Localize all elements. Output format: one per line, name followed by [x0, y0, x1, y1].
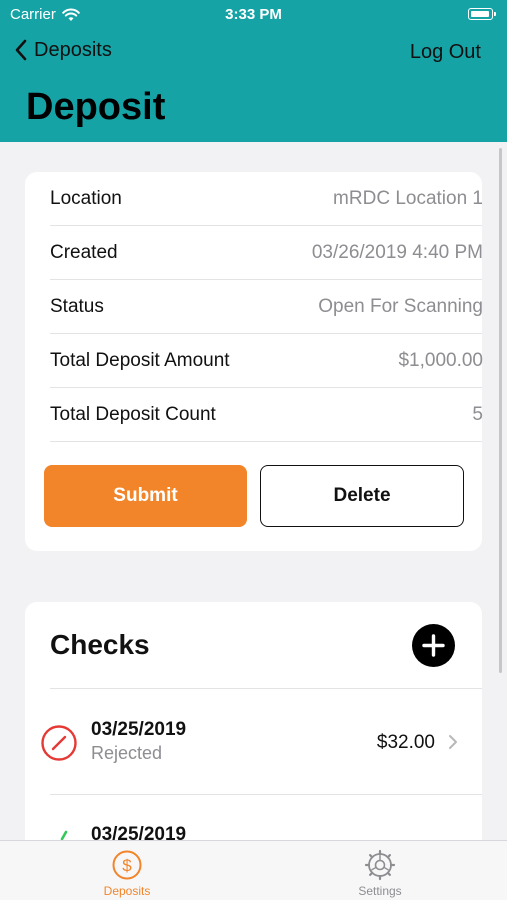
delete-button[interactable]: Delete — [260, 465, 464, 527]
check-date: 03/25/2019 — [91, 719, 187, 740]
check-list-item[interactable]: 03/25/2019 Rejected $32.00 — [25, 689, 482, 795]
info-label: Total Deposit Amount — [50, 349, 230, 371]
page-title: Deposit — [26, 86, 166, 128]
status-bar: Carrier 3:33 PM — [0, 0, 507, 28]
chevron-left-icon — [15, 39, 27, 61]
info-value: $1,000.00 — [398, 349, 483, 371]
nav-header: Carrier 3:33 PM Deposits Log Out Deposit — [0, 0, 507, 142]
rejected-icon — [41, 725, 77, 761]
dollar-circle-icon: $ — [112, 850, 142, 880]
check-status: Rejected — [91, 743, 163, 763]
info-label: Total Deposit Count — [50, 403, 216, 425]
chevron-right-icon — [449, 735, 457, 749]
gear-icon — [364, 849, 396, 881]
submit-button[interactable]: Submit — [44, 465, 247, 527]
info-value: Open For Scanning — [318, 295, 483, 317]
tab-label: Deposits — [103, 884, 151, 898]
info-label: Location — [50, 187, 122, 209]
checks-title: Checks — [50, 629, 150, 660]
info-row-total-amount: Total Deposit Amount $1,000.00 — [50, 334, 483, 388]
deposit-info-card: Location mRDC Location 1 Created 03/26/2… — [25, 172, 483, 551]
info-value: mRDC Location 1 — [333, 187, 483, 209]
tab-bar: $ Deposits Settings — [0, 840, 507, 900]
info-row-created: Created 03/26/2019 4:40 PM — [50, 226, 483, 280]
info-row-total-count: Total Deposit Count 5 — [50, 388, 483, 442]
info-label: Created — [50, 241, 118, 263]
clock: 3:33 PM — [225, 6, 282, 23]
info-value: 5 — [472, 403, 483, 425]
info-label: Status — [50, 295, 104, 317]
back-button-label: Deposits — [34, 38, 112, 61]
plus-icon — [422, 634, 445, 657]
info-row-status: Status Open For Scanning — [50, 280, 483, 334]
logout-button[interactable]: Log Out — [410, 41, 481, 64]
battery-icon — [468, 8, 496, 20]
check-amount: $32.00 — [376, 732, 435, 753]
tab-settings[interactable]: Settings — [300, 841, 460, 900]
scroll-indicator[interactable] — [499, 148, 502, 673]
info-value: 03/26/2019 4:40 PM — [311, 241, 483, 263]
info-row-location: Location mRDC Location 1 — [50, 172, 483, 226]
svg-text:$: $ — [122, 856, 132, 875]
tab-deposits[interactable]: $ Deposits — [47, 841, 207, 900]
tab-label: Settings — [358, 884, 402, 898]
add-check-button[interactable] — [412, 624, 455, 667]
back-button[interactable]: Deposits — [14, 38, 112, 62]
